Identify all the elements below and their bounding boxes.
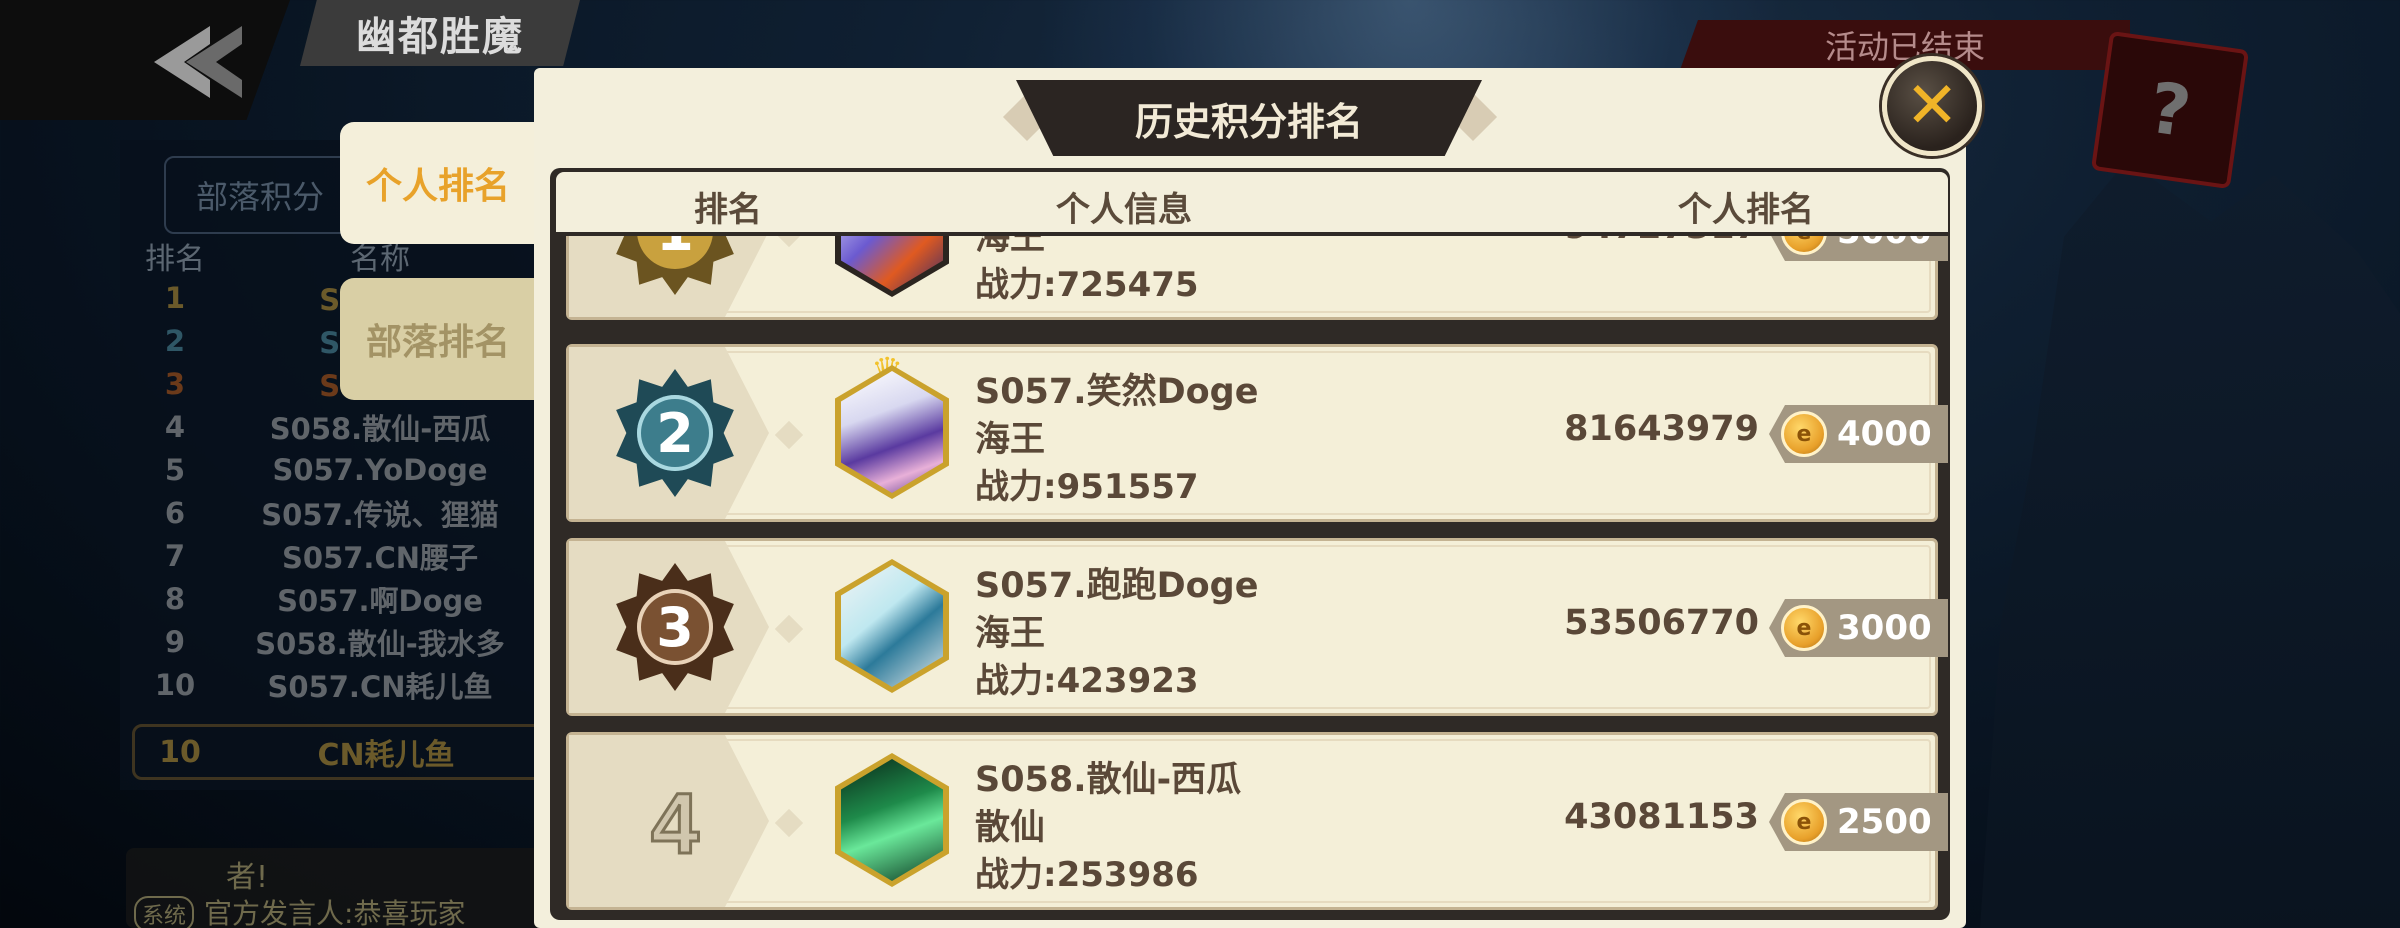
- modal-title-banner: 历史积分排名: [1016, 80, 1482, 156]
- ranking-list[interactable]: 1 海王 战力:725475 94727317 e 5000 2 ♛ S057.…: [556, 236, 1948, 914]
- chat-ticker[interactable]: 者! 系统 官方发言人:恭喜玩家: [126, 848, 546, 928]
- tab-personal-label: 个人排名: [366, 166, 511, 207]
- coin-icon: e: [1781, 605, 1827, 651]
- player-name: S058.散仙-西瓜: [975, 760, 1242, 800]
- list-item: 10 S057.CN耗儿鱼: [154, 667, 493, 704]
- close-x-icon: ✕: [1905, 69, 1959, 143]
- player-title: 海王: [975, 614, 1046, 654]
- player-power: 战力:725475: [975, 265, 1199, 305]
- reward-badge: e 2500: [1769, 793, 1948, 851]
- player-title: 散仙: [975, 808, 1046, 848]
- bronze-medal-icon: 3: [611, 563, 739, 691]
- gold-medal-icon: 1: [611, 236, 739, 295]
- reward-badge: e 4000: [1769, 405, 1948, 463]
- player-score: 53506770: [1564, 603, 1759, 643]
- player-title: 海王: [975, 420, 1046, 460]
- system-badge: 系统: [134, 896, 195, 928]
- tribe-score-tab-label: 部落积分: [196, 178, 325, 216]
- player-power: 战力:253986: [975, 855, 1199, 895]
- player-name: S057.跑跑Doge: [975, 566, 1259, 606]
- player-score: 81643979: [1564, 409, 1759, 449]
- coin-icon: e: [1781, 799, 1827, 845]
- rank-number: 4: [650, 775, 701, 874]
- coin-icon: e: [1781, 411, 1827, 457]
- list-item: 4 S058.散仙-西瓜: [164, 409, 491, 446]
- player-name: S057.笑然Doge: [975, 372, 1259, 412]
- list-item: 9 S058.散仙-我水多: [164, 624, 505, 661]
- player-power: 战力:951557: [975, 467, 1199, 507]
- table-row[interactable]: 4 S058.散仙-西瓜 散仙 战力:253986 43081153 e 250…: [566, 732, 1948, 910]
- coin-icon: e: [1781, 236, 1827, 255]
- tab-personal-ranking[interactable]: 个人排名: [340, 122, 540, 244]
- player-score: 94727317: [1469, 236, 1759, 247]
- tab-tribe-ranking[interactable]: 部落排名: [340, 278, 540, 400]
- reward-amount: 4000: [1837, 414, 1932, 454]
- back-arrow-icon: [154, 26, 242, 98]
- tribe-self-row: 10 CN耗儿鱼: [132, 724, 550, 780]
- reward-amount: 2500: [1837, 802, 1932, 842]
- tab-tribe-label: 部落排名: [366, 322, 511, 363]
- tribe-score-tab[interactable]: 部落积分: [164, 156, 354, 234]
- table-row[interactable]: 1 海王 战力:725475 94727317 e 5000: [566, 236, 1948, 320]
- list-item: 6 S057.传说、狸猫: [164, 495, 499, 532]
- table-row[interactable]: 2 ♛ S057.笑然Doge 海王 战力:951557 81643979 e …: [566, 344, 1948, 522]
- question-mark-icon: ?: [2144, 66, 2196, 154]
- tribe-col-rank: 排名: [145, 242, 205, 277]
- reward-amount: 5000: [1837, 236, 1932, 252]
- chat-line-1: 者!: [226, 860, 269, 895]
- silver-medal-icon: 2: [611, 369, 739, 497]
- help-button[interactable]: ?: [2090, 30, 2250, 190]
- event-status-text: 活动已结束: [1824, 28, 1985, 66]
- list-item: 5 S057.YoDoge: [164, 452, 488, 487]
- back-button[interactable]: [0, 0, 290, 120]
- reward-badge: e 5000: [1769, 236, 1948, 261]
- chat-line-2: 系统 官方发言人:恭喜玩家: [134, 892, 465, 928]
- list-item: 8 S057.啊Doge: [164, 581, 483, 618]
- col-rank: 排名: [694, 190, 762, 230]
- modal-title: 历史积分排名: [1134, 99, 1363, 144]
- close-button[interactable]: ✕: [1882, 56, 1982, 156]
- game-mode-title: 幽都胜魔: [300, 0, 580, 66]
- player-power: 战力:423923: [975, 661, 1199, 701]
- reward-badge: e 3000: [1769, 599, 1948, 657]
- reward-amount: 3000: [1837, 608, 1932, 648]
- ranking-table-header: 排名 个人信息 个人排名: [556, 172, 1948, 232]
- col-personal-ranking: 个人排名: [1678, 190, 1814, 230]
- game-title-text: 幽都胜魔: [356, 15, 524, 59]
- list-item: 7 S057.CN腰子: [164, 538, 478, 575]
- table-row[interactable]: 3 S057.跑跑Doge 海王 战力:423923 53506770 e 30…: [566, 538, 1948, 716]
- col-personal-info: 个人信息: [1056, 190, 1192, 230]
- player-score: 43081153: [1564, 797, 1759, 837]
- chat-message: 官方发言人:恭喜玩家: [204, 897, 466, 928]
